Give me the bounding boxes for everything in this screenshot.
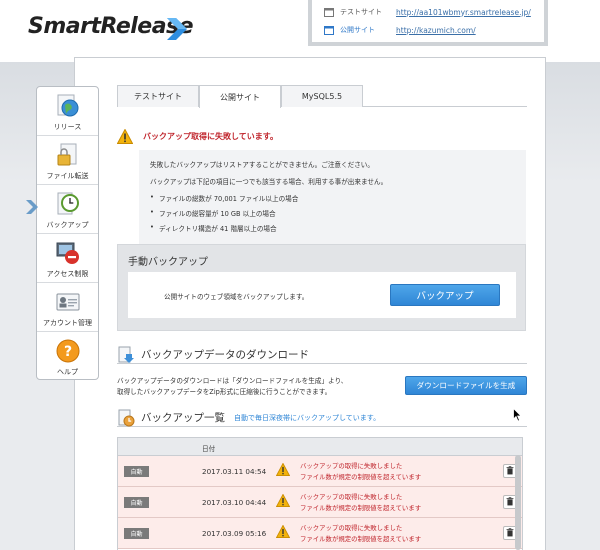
manual-backup-description: 公開サイトのウェブ領域をバックアップします。 (164, 293, 309, 301)
table-scrollbar[interactable] (515, 455, 521, 550)
condition-item: ディレクトリ構造が 41 階層以上の場合 (150, 223, 515, 233)
svg-text:?: ? (64, 344, 72, 360)
row-message-line-2: ファイル数が規定の制限値を超えています (300, 504, 422, 512)
sidebar-item-file-transfer[interactable]: ファイル転送 (37, 136, 98, 185)
active-pointer-icon (26, 200, 38, 214)
manual-backup-panel: 手動バックアップ 公開サイトのウェブ領域をバックアップします。 バックアップ (117, 244, 526, 331)
row-date: 2017.03.09 05:16 (202, 529, 267, 538)
tab-public-site[interactable]: 公開サイト (199, 85, 281, 108)
sidebar-item-help[interactable]: ? ヘルプ (37, 332, 98, 381)
sidebar-item-account[interactable]: アカウント管理 (37, 283, 98, 332)
sidebar: リリース ファイル転送 バックアップ アクセス制限 アカウント管理 ? ヘルプ (36, 86, 99, 380)
sidebar-label: アクセス制限 (46, 270, 89, 278)
backup-list-title: バックアップ一覧 (141, 412, 225, 424)
row-message-line-1: バックアップの取得に失敗しました (300, 524, 403, 532)
sidebar-label: ヘルプ (57, 368, 78, 376)
download-description: バックアップデータのダウンロードは「ダウンロードファイルを生成」より、 取得した… (117, 376, 347, 398)
warning-icon (276, 463, 290, 476)
download-section-header: バックアップデータのダウンロード (117, 346, 527, 364)
main-panel: テストサイト 公開サイト MySQL5.5 バックアップ取得に失敗しています。 … (74, 57, 546, 550)
manual-backup-title: 手動バックアップ (128, 257, 208, 268)
row-date: 2017.03.10 04:44 (202, 498, 267, 507)
backup-list-subtitle: 自動で毎日深夜帯にバックアップしています。 (234, 413, 381, 422)
warning-icon (117, 128, 133, 144)
tab-mysql[interactable]: MySQL5.5 (281, 85, 363, 107)
tab-test-site[interactable]: テストサイト (117, 85, 199, 107)
row-date: 2017.03.11 04:54 (202, 467, 267, 476)
column-date: 日付 (202, 445, 216, 453)
row-message-line-2: ファイル数が規定の制限値を超えています (300, 535, 422, 543)
backup-list-icon (118, 409, 135, 426)
alert-message: バックアップ取得に失敗しています。 (143, 131, 278, 141)
window-icon (324, 25, 334, 35)
auto-badge: 自動 (124, 528, 149, 539)
warning-icon (276, 494, 290, 507)
table-row: 自動 2017.03.11 04:54 バックアップの取得に失敗しました ファイ… (118, 456, 522, 487)
logo-arrow-icon (167, 18, 187, 40)
warning-icon (276, 525, 290, 538)
table-row: 自動 2017.03.10 04:44 バックアップの取得に失敗しました ファイ… (118, 487, 522, 518)
download-section-title: バックアップデータのダウンロード (141, 349, 309, 361)
test-site-link[interactable]: http://aa101wbmyr.smartrelease.jp/ (396, 8, 531, 17)
backup-failure-alert: バックアップ取得に失敗しています。 (117, 128, 278, 144)
condition-item: ファイルの総数が 70,001 ファイル以上の場合 (150, 193, 515, 203)
sidebar-label: アカウント管理 (43, 319, 92, 327)
download-desc-line-1: バックアップデータのダウンロードは「ダウンロードファイルを生成」より、 (117, 377, 348, 385)
row-message-line-1: バックアップの取得に失敗しました (300, 493, 403, 501)
window-icon (324, 7, 334, 17)
access-restriction-icon (56, 242, 79, 264)
notice-line-1: 失敗したバックアップはリストアすることができません。ご注意ください。 (150, 161, 374, 169)
row-message: バックアップの取得に失敗しました ファイル数が規定の制限値を超えています (300, 492, 421, 514)
condition-list: ファイルの総数が 70,001 ファイル以上の場合 ファイルの総容量が 10 G… (150, 193, 515, 233)
generate-download-button[interactable]: ダウンロードファイルを生成 (405, 376, 527, 395)
row-message-line-1: バックアップの取得に失敗しました (300, 462, 403, 470)
backup-table: 日付 自動 2017.03.11 04:54 バックアップの取得に失敗しました … (117, 437, 523, 550)
public-site-link[interactable]: http://kazumich.com/ (396, 26, 476, 35)
sidebar-item-access-restriction[interactable]: アクセス制限 (37, 234, 98, 283)
table-header: 日付 (118, 438, 522, 456)
sidebar-label: ファイル転送 (46, 172, 89, 180)
mouse-cursor-icon (513, 408, 522, 422)
sidebar-item-release[interactable]: リリース (37, 87, 98, 136)
sidebar-label: バックアップ (46, 221, 89, 229)
file-transfer-icon (57, 143, 77, 166)
public-site-row: 公開サイト http://kazumich.com/ (324, 23, 476, 37)
auto-badge: 自動 (124, 497, 149, 508)
row-message: バックアップの取得に失敗しました ファイル数が規定の制限値を超えています (300, 461, 421, 483)
backup-button[interactable]: バックアップ (390, 284, 500, 306)
row-message: バックアップの取得に失敗しました ファイル数が規定の制限値を超えています (300, 523, 421, 545)
auto-badge: 自動 (124, 466, 149, 477)
account-card-icon (56, 293, 80, 311)
sidebar-label: リリース (53, 123, 82, 131)
sidebar-item-backup[interactable]: バックアップ (37, 185, 98, 234)
test-site-row: テストサイト http://aa101wbmyr.smartrelease.jp… (324, 5, 531, 19)
backup-clock-icon (57, 192, 79, 215)
tab-bar: テストサイト 公開サイト MySQL5.5 (117, 85, 527, 108)
site-url-box: テストサイト http://aa101wbmyr.smartrelease.jp… (308, 0, 548, 46)
globe-icon (57, 94, 79, 117)
manual-backup-inner: 公開サイトのウェブ領域をバックアップします。 バックアップ (128, 272, 516, 318)
test-site-label: テストサイト (340, 8, 382, 16)
header: SmartRelease テストサイト http://aa101wbmyr.sm… (0, 0, 600, 62)
download-icon (118, 346, 134, 363)
backup-list-header: バックアップ一覧 自動で毎日深夜帯にバックアップしています。 (117, 409, 527, 427)
help-icon: ? (56, 339, 80, 363)
download-desc-line-2: 取得したバックアップデータをZip形式に圧縮後に行うことができます。 (117, 388, 332, 396)
notice-line-2: バックアップは下記の項目に一つでも該当する場合、利用する事が出来ません。 (150, 178, 388, 186)
condition-item: ファイルの総容量が 10 GB 以上の場合 (150, 208, 515, 218)
table-row: 自動 2017.03.09 05:16 バックアップの取得に失敗しました ファイ… (118, 518, 522, 549)
row-message-line-2: ファイル数が規定の制限値を超えています (300, 473, 422, 481)
public-site-label: 公開サイト (340, 26, 375, 34)
